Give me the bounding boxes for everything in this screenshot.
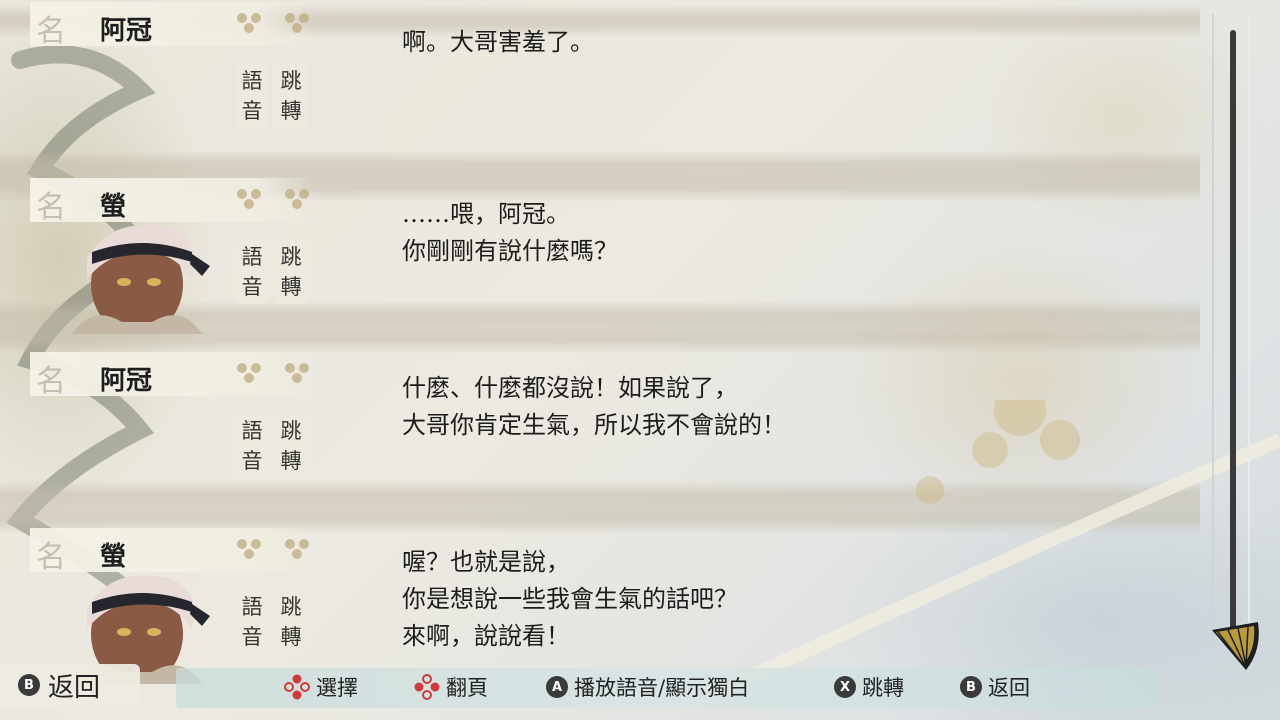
dialogue-text: 喔？也就是說， 你是想說一些我會生氣的話吧？ 來啊，說說看！ (402, 548, 738, 650)
character-portrait-hotaru (72, 225, 210, 334)
log-entry-1: 名 阿冠 語 音 跳 轉 啊。大哥害羞了。 (0, 2, 1200, 172)
speaker-name: 阿冠 (100, 16, 153, 46)
name-plate (30, 352, 315, 396)
b-button-icon: B (18, 674, 40, 696)
voice-button[interactable]: 語 音 (235, 590, 269, 654)
flower-icon (285, 13, 309, 33)
voice-button[interactable]: 語 音 (235, 64, 269, 128)
bottom-guide-bar: B 返回 選擇 翻頁 A 播放語音/顯示獨白 X 跳轉 B 返回 (0, 658, 1280, 720)
dialogue-text: 什麼、什麼都沒說！如果說了， 大哥你肯定生氣，所以我不會說的！ (402, 374, 786, 439)
voice-char-1: 語 (241, 245, 263, 269)
name-mark: 名 (36, 364, 66, 399)
jump-char-2: 轉 (280, 625, 302, 649)
flower-icon (237, 13, 261, 33)
back-button-label: 返回 (48, 672, 101, 703)
jump-button[interactable]: 跳 轉 (274, 240, 308, 304)
jump-button[interactable]: 跳 轉 (274, 590, 308, 654)
guide-select: 選擇 (284, 672, 358, 702)
dpad-horizontal-icon (414, 674, 440, 700)
dialogue-text: ……喂，阿冠。 你剛剛有說什麼嗎？ (402, 200, 618, 265)
dialogue-text: 啊。大哥害羞了。 (402, 28, 594, 56)
jump-char-1: 跳 (280, 69, 302, 93)
flower-icon (285, 539, 309, 559)
speaker-name: 阿冠 (100, 366, 153, 396)
jump-char-2: 轉 (280, 449, 302, 473)
voice-char-2: 音 (241, 275, 263, 299)
jump-button[interactable]: 跳 轉 (274, 64, 308, 128)
flower-icon (285, 363, 309, 383)
b-button-icon: B (960, 676, 982, 698)
jump-char-1: 跳 (280, 419, 302, 443)
scrollbar-rail[interactable] (1230, 30, 1236, 630)
jump-button[interactable]: 跳 轉 (274, 414, 308, 478)
guide-label: 選擇 (316, 676, 358, 700)
voice-char-2: 音 (241, 625, 263, 649)
dpad-vertical-icon (284, 674, 310, 700)
guide-label: 翻頁 (446, 676, 488, 700)
a-button-icon: A (546, 676, 568, 698)
flower-icon (237, 539, 261, 559)
guide-play-voice: A 播放語音/顯示獨白 (546, 672, 749, 702)
voice-button[interactable]: 語 音 (235, 414, 269, 478)
guide-label: 跳轉 (862, 676, 904, 700)
voice-char-1: 語 (241, 419, 263, 443)
jump-char-2: 轉 (280, 99, 302, 123)
flower-icon (285, 189, 309, 209)
voice-button[interactable]: 語 音 (235, 240, 269, 304)
voice-char-2: 音 (241, 99, 263, 123)
log-entry-2: 名 螢 語 音 跳 轉 ……喂，阿冠。 你剛剛有說什麼嗎？ (0, 178, 1200, 348)
guide-label: 播放語音/顯示獨白 (574, 676, 750, 700)
name-plate (30, 2, 315, 46)
jump-char-2: 轉 (280, 275, 302, 299)
x-button-icon: X (834, 676, 856, 698)
guide-page: 翻頁 (414, 672, 488, 702)
jump-char-1: 跳 (280, 245, 302, 269)
guide-back: B 返回 (960, 672, 1030, 702)
flower-icon (237, 189, 261, 209)
log-entry-3: 名 阿冠 語 音 跳 轉 什麼、什麼都沒說！如果說了， 大哥你肯定生氣，所以我不… (0, 352, 1200, 522)
voice-char-2: 音 (241, 449, 263, 473)
flower-icon (237, 363, 261, 383)
guide-label: 返回 (988, 676, 1030, 700)
voice-char-1: 語 (241, 69, 263, 93)
voice-char-1: 語 (241, 595, 263, 619)
guide-jump: X 跳轉 (834, 672, 904, 702)
back-button[interactable]: B 返回 (0, 664, 140, 706)
name-mark: 名 (36, 14, 66, 49)
jump-char-1: 跳 (280, 595, 302, 619)
